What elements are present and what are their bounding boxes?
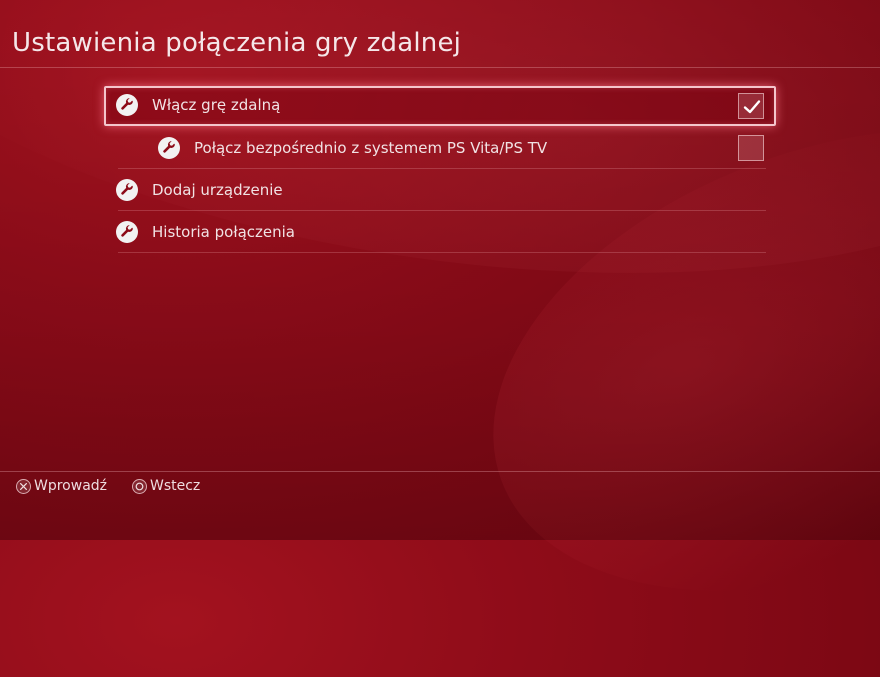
menu-item-connection-history[interactable]: Historia połączenia	[116, 211, 766, 253]
wrench-icon	[158, 137, 180, 159]
wrench-icon	[116, 221, 138, 243]
menu-item-label: Dodaj urządzenie	[152, 181, 283, 199]
menu-item-add-device[interactable]: Dodaj urządzenie	[116, 169, 766, 211]
checkmark-icon	[743, 100, 761, 114]
enable-remote-play-checkbox[interactable]	[738, 93, 764, 119]
footer-divider	[0, 471, 880, 472]
menu-item-enable-remote-play[interactable]: Włącz grę zdalną	[116, 84, 766, 126]
enter-hint[interactable]: Wprowadź	[16, 478, 107, 494]
menu-item-label: Połącz bezpośrednio z systemem PS Vita/P…	[194, 139, 548, 157]
row-divider	[118, 252, 766, 253]
page-title: Ustawienia połączenia gry zdalnej	[12, 28, 462, 58]
direct-connect-checkbox[interactable]	[738, 135, 764, 161]
background-shade	[0, 0, 880, 540]
cross-button-icon	[16, 478, 31, 494]
wrench-icon	[116, 179, 138, 201]
circle-button-icon	[132, 478, 147, 494]
title-divider	[0, 67, 880, 68]
wrench-icon	[116, 94, 138, 116]
menu-item-direct-connect[interactable]: Połącz bezpośrednio z systemem PS Vita/P…	[158, 127, 718, 169]
menu-item-label: Włącz grę zdalną	[152, 96, 281, 114]
enter-label: Wprowadź	[34, 478, 108, 494]
menu-item-label: Historia połączenia	[152, 223, 295, 241]
back-hint[interactable]: Wstecz	[132, 478, 200, 494]
back-label: Wstecz	[150, 478, 201, 494]
